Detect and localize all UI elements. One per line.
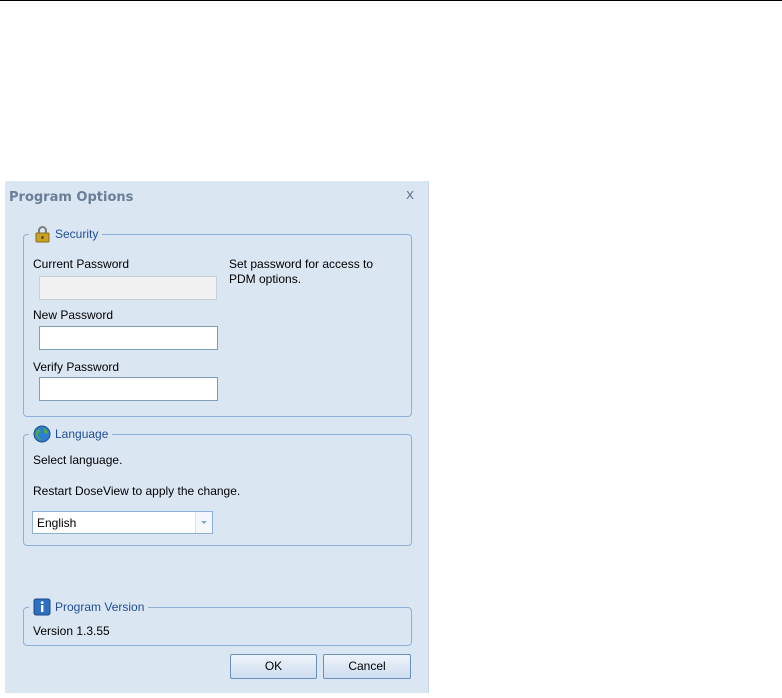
cancel-button[interactable]: Cancel — [323, 654, 411, 679]
security-legend: Security — [29, 224, 103, 244]
verify-password-field[interactable] — [39, 377, 218, 401]
program-version-legend-label: Program Version — [55, 600, 145, 614]
language-legend-label: Language — [55, 427, 109, 441]
version-text: Version 1.3.55 — [33, 624, 110, 638]
select-language-text: Select language. — [33, 453, 123, 467]
security-legend-label: Security — [55, 227, 99, 241]
new-password-field[interactable] — [39, 326, 218, 350]
ok-button[interactable]: OK — [230, 654, 317, 679]
program-version-legend: Program Version — [29, 597, 149, 617]
chevron-down-icon[interactable] — [195, 512, 212, 533]
password-hint: Set password for access to PDM options. — [229, 257, 374, 286]
restart-notice-text: Restart DoseView to apply the change. — [33, 484, 241, 498]
top-divider — [0, 0, 782, 1]
globe-icon — [33, 425, 51, 443]
verify-password-label: Verify Password — [33, 360, 120, 374]
close-button[interactable]: x — [402, 187, 418, 203]
dialog-title: Program Options — [9, 190, 134, 205]
lock-icon — [33, 225, 51, 243]
language-legend: Language — [29, 424, 113, 444]
language-dropdown[interactable]: English — [32, 511, 213, 534]
language-selected-value: English — [37, 516, 77, 530]
new-password-label: New Password — [33, 308, 114, 322]
info-icon — [33, 598, 51, 616]
program-options-dialog: Program Options x Security Current Passw… — [5, 181, 429, 693]
current-password-label: Current Password — [33, 257, 130, 271]
current-password-field[interactable] — [39, 276, 217, 300]
